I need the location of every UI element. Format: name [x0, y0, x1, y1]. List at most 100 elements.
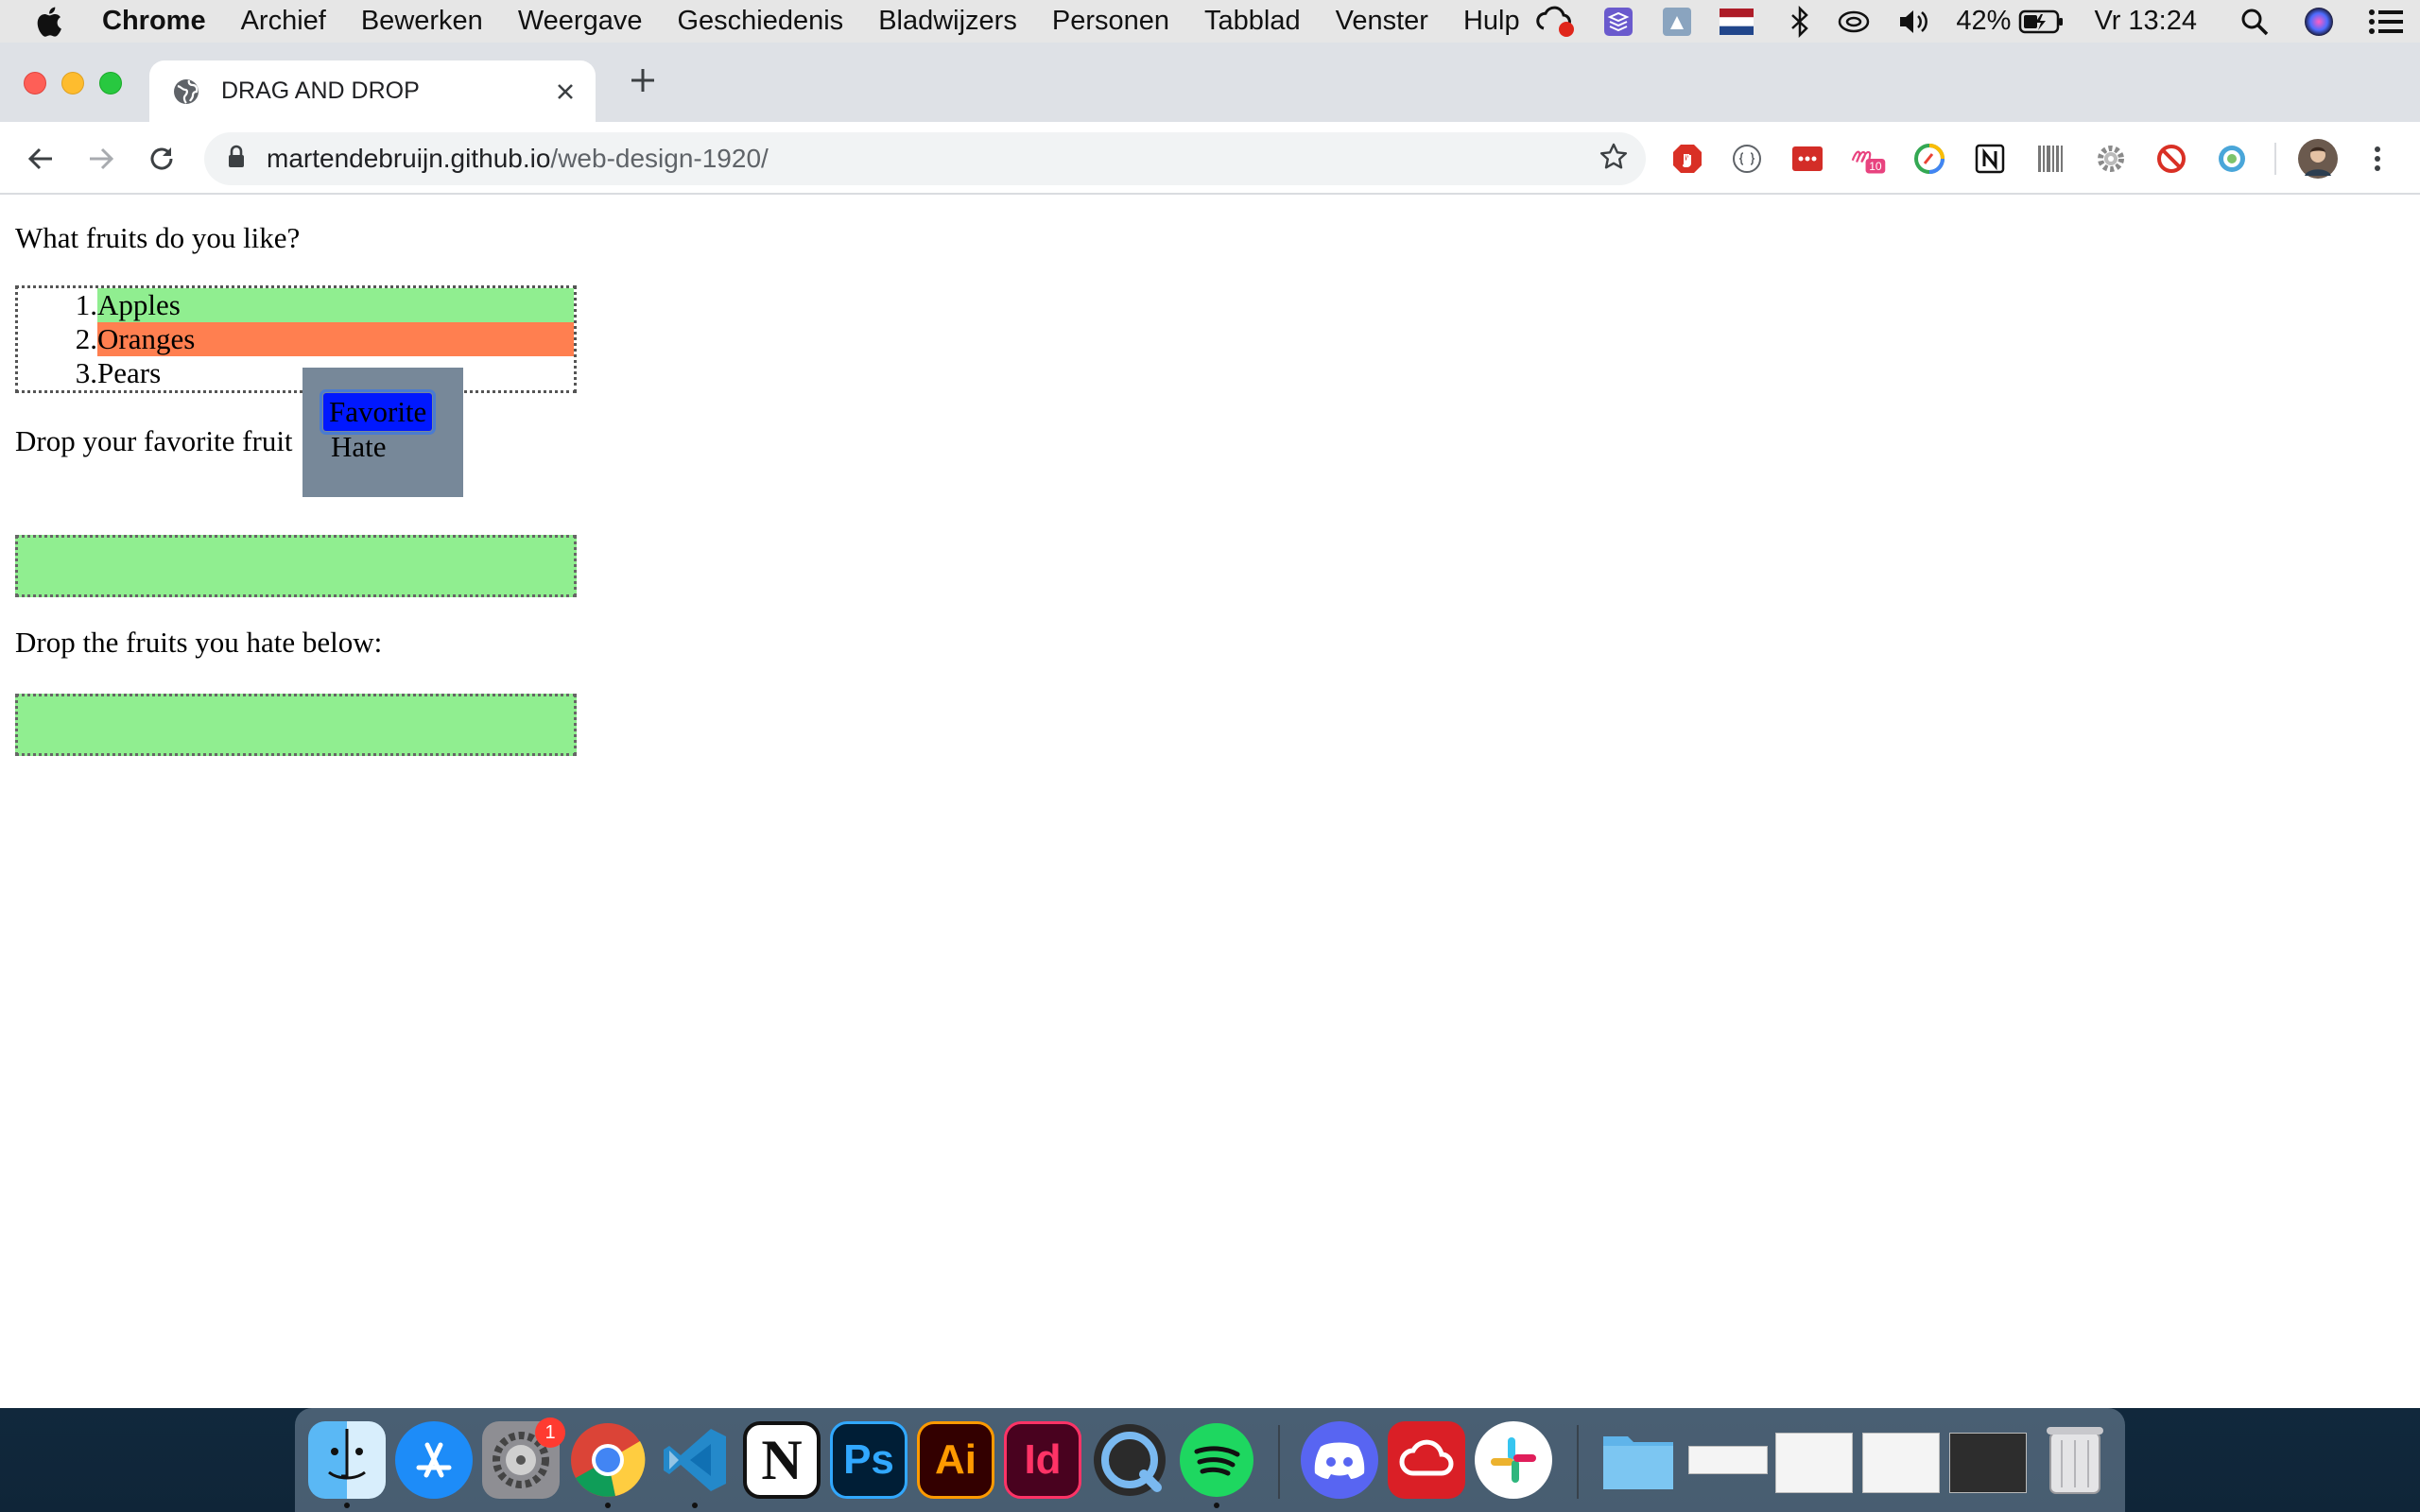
barcode-extension-icon[interactable]	[2032, 141, 2068, 177]
address-bar[interactable]: martendebruijn.github.io/web-design-1920…	[204, 132, 1646, 185]
slack-icon[interactable]	[1475, 1421, 1552, 1499]
spotify-running-indicator	[1214, 1503, 1219, 1508]
battery-icon[interactable]	[2018, 9, 2066, 35]
chrome-menu-icon[interactable]	[2360, 141, 2395, 177]
mention-extension-icon[interactable]: 10	[1851, 141, 1887, 177]
web-page: What fruits do you like? 1. Apples 2. Or…	[0, 195, 2420, 1408]
dutch-flag-icon[interactable]	[1720, 8, 1754, 35]
menu-archief[interactable]: Archief	[241, 6, 326, 37]
app-store-icon[interactable]	[395, 1421, 473, 1499]
clock[interactable]: Vr 13:24	[2094, 6, 2197, 37]
block-site-extension-icon[interactable]	[2153, 141, 2189, 177]
discord-icon[interactable]	[1301, 1421, 1378, 1499]
photoshop-icon[interactable]: Ps	[830, 1421, 908, 1499]
back-arrow-icon[interactable]	[21, 139, 60, 179]
notification-center-icon[interactable]	[2369, 9, 2403, 35]
document-thumbnail[interactable]	[1688, 1446, 1768, 1474]
creative-cloud-tray-icon[interactable]	[1536, 6, 1576, 38]
bookmark-star-icon[interactable]	[1599, 142, 1629, 177]
chroma-extension-icon[interactable]	[1911, 141, 1947, 177]
battery-percentage: 42%	[1956, 6, 2012, 36]
window-close-button[interactable]	[24, 72, 46, 94]
dock: 1 N Ps Ai Id	[295, 1408, 2125, 1512]
list-item[interactable]: 3. Pears	[18, 356, 574, 390]
tab-strip: DRAG AND DROP	[0, 43, 2420, 122]
forward-arrow-icon[interactable]	[81, 139, 121, 179]
illustrator-label: Ai	[935, 1436, 977, 1483]
indesign-label: Id	[1024, 1436, 1062, 1483]
favorite-drop-zone[interactable]	[15, 535, 577, 597]
window-maximize-button[interactable]	[99, 72, 122, 94]
system-preferences-icon[interactable]: 1	[482, 1418, 565, 1499]
trash-icon[interactable]	[2036, 1421, 2114, 1499]
list-number: 2.	[75, 322, 97, 355]
creative-cloud-icon[interactable]	[1388, 1421, 1465, 1499]
finder-icon[interactable]	[308, 1421, 386, 1499]
option-hate[interactable]: Hate	[331, 430, 387, 464]
indesign-icon[interactable]: Id	[1004, 1421, 1081, 1499]
chrome-window: DRAG AND DROP martendebruijn.github.io/w…	[0, 43, 2420, 1408]
reload-icon[interactable]	[142, 139, 182, 179]
list-item[interactable]: 2. Oranges	[18, 322, 574, 356]
bluetooth-icon[interactable]	[1789, 5, 1810, 38]
notion-extension-icon[interactable]	[1972, 141, 2008, 177]
menu-bar: Chrome Archief Bewerken Weergave Geschie…	[0, 0, 2420, 43]
window-minimize-button[interactable]	[61, 72, 84, 94]
menu-venster[interactable]: Venster	[1336, 6, 1428, 37]
lastpass-extension-icon[interactable]	[1789, 141, 1825, 177]
menu-bladwijzers[interactable]: Bladwijzers	[878, 6, 1017, 37]
airplay-sync-icon[interactable]	[1837, 7, 1871, 37]
dock-separator	[1278, 1425, 1280, 1499]
adblock-extension-icon[interactable]	[1669, 141, 1705, 177]
settings-gear-extension-icon[interactable]	[2093, 141, 2129, 177]
volume-icon[interactable]	[1897, 8, 1929, 36]
code-window-thumbnail[interactable]	[1949, 1433, 2027, 1493]
layers-tray-icon[interactable]	[1602, 6, 1634, 38]
menu-bewerken[interactable]: Bewerken	[361, 6, 483, 37]
profile-avatar[interactable]	[2297, 138, 2339, 180]
fruit-list: 1. Apples 2. Oranges 3. Pears	[15, 285, 577, 393]
apple-icon[interactable]	[34, 6, 70, 38]
downloads-folder-icon[interactable]	[1599, 1421, 1677, 1499]
menu-weergave[interactable]: Weergave	[518, 6, 643, 37]
menu-personen[interactable]: Personen	[1052, 6, 1169, 37]
drive-tray-icon[interactable]	[1661, 6, 1693, 38]
question-heading: What fruits do you like?	[15, 221, 301, 254]
spotify-icon[interactable]	[1178, 1421, 1255, 1499]
fruit-oranges[interactable]: Oranges	[97, 322, 574, 356]
vscode-icon[interactable]	[656, 1421, 734, 1499]
illustrator-icon[interactable]: Ai	[917, 1421, 994, 1499]
finder-running-indicator	[344, 1503, 350, 1508]
notion-icon[interactable]: N	[743, 1421, 821, 1499]
quicktime-icon[interactable]	[1091, 1421, 1168, 1499]
spreadsheet-thumbnail[interactable]	[1775, 1433, 1853, 1493]
close-tab-icon[interactable]	[546, 73, 584, 111]
url-text[interactable]: martendebruijn.github.io/web-design-1920…	[267, 144, 1599, 174]
json-formatter-extension-icon[interactable]	[1729, 141, 1765, 177]
list-number: 3.	[75, 356, 97, 389]
option-favorite[interactable]: Favorite	[319, 389, 437, 435]
list-item[interactable]: 1. Apples	[18, 288, 574, 322]
tab-title: DRAG AND DROP	[221, 77, 420, 104]
category-select-menu[interactable]: Favorite Hate	[302, 368, 463, 497]
menu-app-chrome[interactable]: Chrome	[102, 6, 206, 37]
list-number: 1.	[75, 288, 97, 321]
tab-drag-and-drop[interactable]: DRAG AND DROP	[149, 60, 596, 122]
drop-hate-label: Drop the fruits you hate below:	[15, 626, 383, 659]
eye-dropper-extension-icon[interactable]	[2214, 141, 2250, 177]
screenshot-thumbnail[interactable]	[1862, 1433, 1940, 1493]
notion-label: N	[761, 1428, 803, 1491]
fruit-apples[interactable]: Apples	[97, 288, 574, 322]
vscode-running-indicator	[692, 1503, 698, 1508]
new-tab-button[interactable]	[624, 61, 662, 99]
spotlight-search-icon[interactable]	[2240, 8, 2269, 36]
hate-drop-zone[interactable]	[15, 694, 577, 756]
url-host: martendebruijn.github.io	[267, 144, 551, 173]
menu-geschiedenis[interactable]: Geschiedenis	[677, 6, 843, 37]
siri-icon[interactable]	[2303, 6, 2335, 38]
dock-separator	[1577, 1425, 1579, 1499]
chrome-icon[interactable]	[569, 1421, 647, 1499]
menu-tabblad[interactable]: Tabblad	[1204, 6, 1301, 37]
browser-toolbar: martendebruijn.github.io/web-design-1920…	[0, 122, 2420, 195]
lock-icon[interactable]	[227, 145, 248, 174]
